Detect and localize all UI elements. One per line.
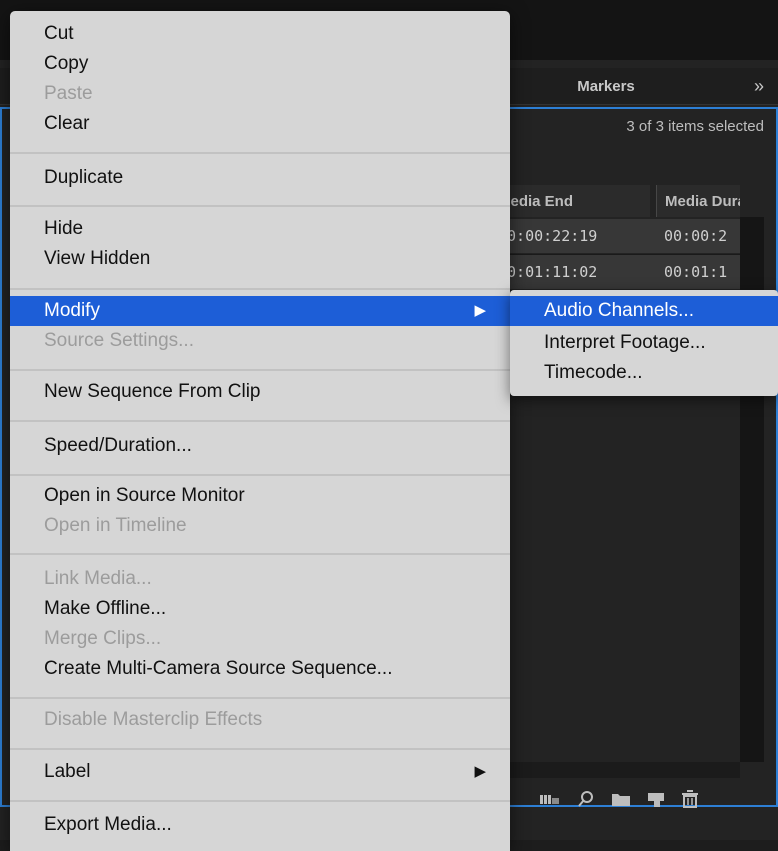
column-header-media-end[interactable]: Media End [490, 185, 650, 217]
menu-item-new-sequence-from-clip[interactable]: New Sequence From Clip [10, 377, 510, 407]
trash-icon[interactable] [682, 790, 698, 808]
context-menu: Cut Copy Paste Clear Duplicate Hide View… [10, 11, 510, 851]
menu-item-merge-clips: Merge Clips... [44, 628, 162, 649]
menu-item-copy[interactable]: Copy [10, 49, 510, 79]
search-icon[interactable] [578, 790, 594, 808]
menu-separator [10, 152, 510, 154]
menu-separator [10, 205, 510, 207]
menu-item-create-multicam-sequence[interactable]: Create Multi-Camera Source Sequence... [10, 654, 510, 684]
menu-item-make-offline[interactable]: Make Offline... [10, 594, 510, 624]
menu-item-label: Modify [44, 300, 100, 321]
menu-item-cut[interactable]: Cut [10, 19, 510, 49]
menu-separator [10, 474, 510, 476]
menu-item-view-hidden[interactable]: View Hidden [10, 244, 510, 274]
submenu-item-audio-channels[interactable]: Audio Channels... [510, 296, 778, 326]
cell-media-duration: 00:01:1 [664, 263, 728, 281]
horizontal-scrollbar[interactable] [490, 762, 740, 778]
menu-separator [10, 697, 510, 699]
menu-item-open-in-source-monitor[interactable]: Open in Source Monitor [10, 481, 510, 511]
menu-item-modify[interactable]: Modify ▶ [10, 296, 510, 326]
menu-item-paste: Paste [44, 83, 93, 104]
menu-item-clear[interactable]: Clear [10, 109, 510, 139]
new-item-icon[interactable] [648, 791, 664, 807]
menu-item-export-media[interactable]: Export Media... [10, 810, 510, 840]
column-header-media-duration[interactable]: Media Dura [656, 185, 740, 217]
modify-submenu: Audio Channels... Interpret Footage... T… [510, 290, 778, 396]
menu-item-hide[interactable]: Hide [10, 214, 510, 244]
menu-separator [10, 553, 510, 555]
tab-overflow-button[interactable]: » [740, 68, 778, 104]
folder-icon[interactable] [612, 792, 630, 806]
panel-toolbar [540, 784, 770, 814]
menu-separator [10, 800, 510, 802]
menu-separator [10, 369, 510, 371]
cell-media-end: 00:01:11:02 [498, 263, 598, 281]
menu-separator [10, 420, 510, 422]
menu-item-source-settings: Source Settings... [44, 330, 194, 351]
menu-item-label[interactable]: Label ▶ [10, 757, 510, 787]
menu-separator [10, 748, 510, 750]
submenu-item-timecode[interactable]: Timecode... [510, 358, 778, 388]
menu-item-disable-masterclip-effects: Disable Masterclip Effects [44, 709, 263, 730]
list-view-icon[interactable] [540, 792, 560, 806]
cell-media-duration: 00:00:2 [664, 227, 728, 245]
menu-item-link-media: Link Media... [44, 568, 152, 589]
menu-separator [10, 288, 510, 290]
menu-item-open-in-timeline: Open in Timeline [44, 515, 187, 536]
cell-media-end: 00:00:22:19 [498, 227, 598, 245]
menu-item-label-text: Label [44, 761, 91, 782]
submenu-arrow-icon: ▶ [474, 763, 486, 780]
menu-item-speed-duration[interactable]: Speed/Duration... [10, 431, 510, 461]
menu-item-duplicate[interactable]: Duplicate [10, 163, 510, 193]
tab-markers[interactable]: Markers [508, 68, 704, 104]
submenu-arrow-icon: ▶ [474, 302, 486, 319]
submenu-item-interpret-footage[interactable]: Interpret Footage... [510, 328, 778, 358]
selection-status: 3 of 3 items selected [626, 118, 764, 135]
